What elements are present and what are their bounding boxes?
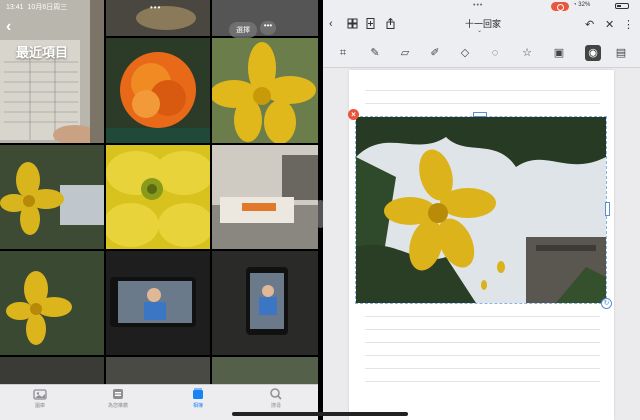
- photo-thumb-row4-3[interactable]: [212, 357, 318, 384]
- photo-thumb-orange-marigold[interactable]: [106, 38, 210, 143]
- photo-thumb-yellow-flower-3[interactable]: [0, 251, 104, 355]
- photo-thumb-yellow-flower-closeup[interactable]: [106, 145, 210, 249]
- tab-for-you[interactable]: 為您推薦: [88, 388, 148, 409]
- tab-label: 圖庫: [34, 403, 45, 409]
- ruled-line: [365, 381, 600, 382]
- photo-thumb-yellow-flower-1[interactable]: [212, 38, 318, 143]
- photo-thumb-phone-video[interactable]: [212, 251, 318, 355]
- search-icon: [270, 388, 282, 400]
- screen-record-icon: [551, 2, 569, 11]
- ruled-line: [365, 355, 600, 356]
- notes-nav-bar: ‹ 十一回家 ⌄ ↶ ✕ ⋮: [323, 12, 640, 38]
- new-page-icon[interactable]: [365, 18, 376, 29]
- photo-library-icon: [33, 389, 47, 400]
- ruled-line: [365, 103, 600, 104]
- drawing-toolbar: ⌗ ✎ ▱ ✐ ◇ ◌ ☆ ▣ ◉ ▤: [323, 38, 640, 68]
- chevron-down-icon[interactable]: ⌄: [477, 27, 482, 34]
- resize-handle-right[interactable]: [605, 202, 610, 216]
- album-title: 最近項目: [16, 45, 69, 60]
- albums-icon: [193, 388, 203, 399]
- share-icon[interactable]: [385, 18, 396, 29]
- ruled-line: [365, 90, 600, 91]
- more-icon[interactable]: ⋮: [623, 18, 634, 31]
- tab-albums[interactable]: 相簿: [168, 388, 228, 409]
- battery-icon: [615, 3, 629, 9]
- photo-thumb-row4-1[interactable]: [0, 357, 104, 384]
- close-icon[interactable]: ✕: [605, 18, 614, 31]
- undo-icon[interactable]: ↶: [585, 18, 594, 31]
- document-title[interactable]: 十一回家: [443, 17, 523, 30]
- status-time-date: 13:41 10月6日周三: [6, 2, 71, 12]
- back-chevron-icon[interactable]: ‹: [6, 18, 11, 36]
- photos-pane: 13:41 10月6日周三 ••• ‹ 最近項目 選擇 ••• 圖庫 為您推薦 相…: [0, 0, 318, 420]
- home-indicator[interactable]: [232, 412, 408, 416]
- status-battery-percent: ◔ 32%: [573, 2, 590, 8]
- multitask-dots-icon[interactable]: •••: [473, 2, 483, 9]
- notes-pane: ••• ◔ 32% ‹ 十一回家 ⌄ ↶ ✕ ⋮ ⌗ ✎ ▱ ✐ ◇ ◌ ☆ ▣…: [323, 0, 640, 420]
- inserted-image[interactable]: [355, 116, 607, 304]
- select-button[interactable]: 選擇: [229, 22, 257, 38]
- resize-handle-top[interactable]: [473, 112, 487, 117]
- ruled-line: [365, 329, 600, 330]
- eraser-icon[interactable]: ▱: [397, 45, 413, 61]
- wifi-icon: ◔: [573, 2, 577, 8]
- remove-image-button[interactable]: ×: [348, 109, 359, 120]
- tab-label: 為您推薦: [107, 403, 128, 409]
- for-you-icon: [113, 389, 123, 399]
- ruled-line: [365, 368, 600, 369]
- image-icon[interactable]: ▣: [551, 45, 567, 61]
- photo-thumb-row4-2[interactable]: [106, 357, 210, 384]
- battery-percent: 32%: [578, 2, 591, 8]
- pen-icon[interactable]: ✎: [367, 45, 383, 61]
- lasso-icon[interactable]: ⌗: [335, 45, 351, 61]
- status-bar: ••• ◔ 32%: [323, 0, 640, 12]
- ruled-line: [365, 316, 600, 317]
- ruled-line: [365, 342, 600, 343]
- rotate-handle-icon[interactable]: ↻: [601, 298, 612, 309]
- highlighter-icon[interactable]: ✐: [427, 45, 443, 61]
- sticker-icon[interactable]: ☆: [519, 45, 535, 61]
- camera-icon[interactable]: ◉: [585, 45, 601, 61]
- photo-thumb-yellow-flower-2[interactable]: [0, 145, 104, 249]
- shape-icon[interactable]: ◇: [457, 45, 473, 61]
- tab-label: 相簿: [192, 403, 203, 409]
- text-icon[interactable]: ▤: [613, 45, 629, 61]
- tab-library[interactable]: 圖庫: [10, 388, 70, 409]
- multitask-dots-icon[interactable]: •••: [150, 3, 161, 12]
- grid-view-icon[interactable]: [347, 18, 358, 29]
- tab-label: 搜尋: [270, 403, 281, 409]
- lasso-select-icon[interactable]: ◌: [487, 45, 503, 61]
- back-chevron-icon[interactable]: ‹: [329, 18, 333, 30]
- photo-thumb-bedroom[interactable]: [212, 145, 318, 249]
- more-options-button[interactable]: •••: [260, 21, 276, 35]
- photo-thumb-document[interactable]: [0, 0, 104, 143]
- tab-search[interactable]: 搜尋: [246, 388, 306, 409]
- status-date: 10月6日周三: [27, 4, 68, 11]
- status-time: 13:41: [6, 4, 24, 11]
- photo-thumb-screen-video[interactable]: [106, 251, 210, 355]
